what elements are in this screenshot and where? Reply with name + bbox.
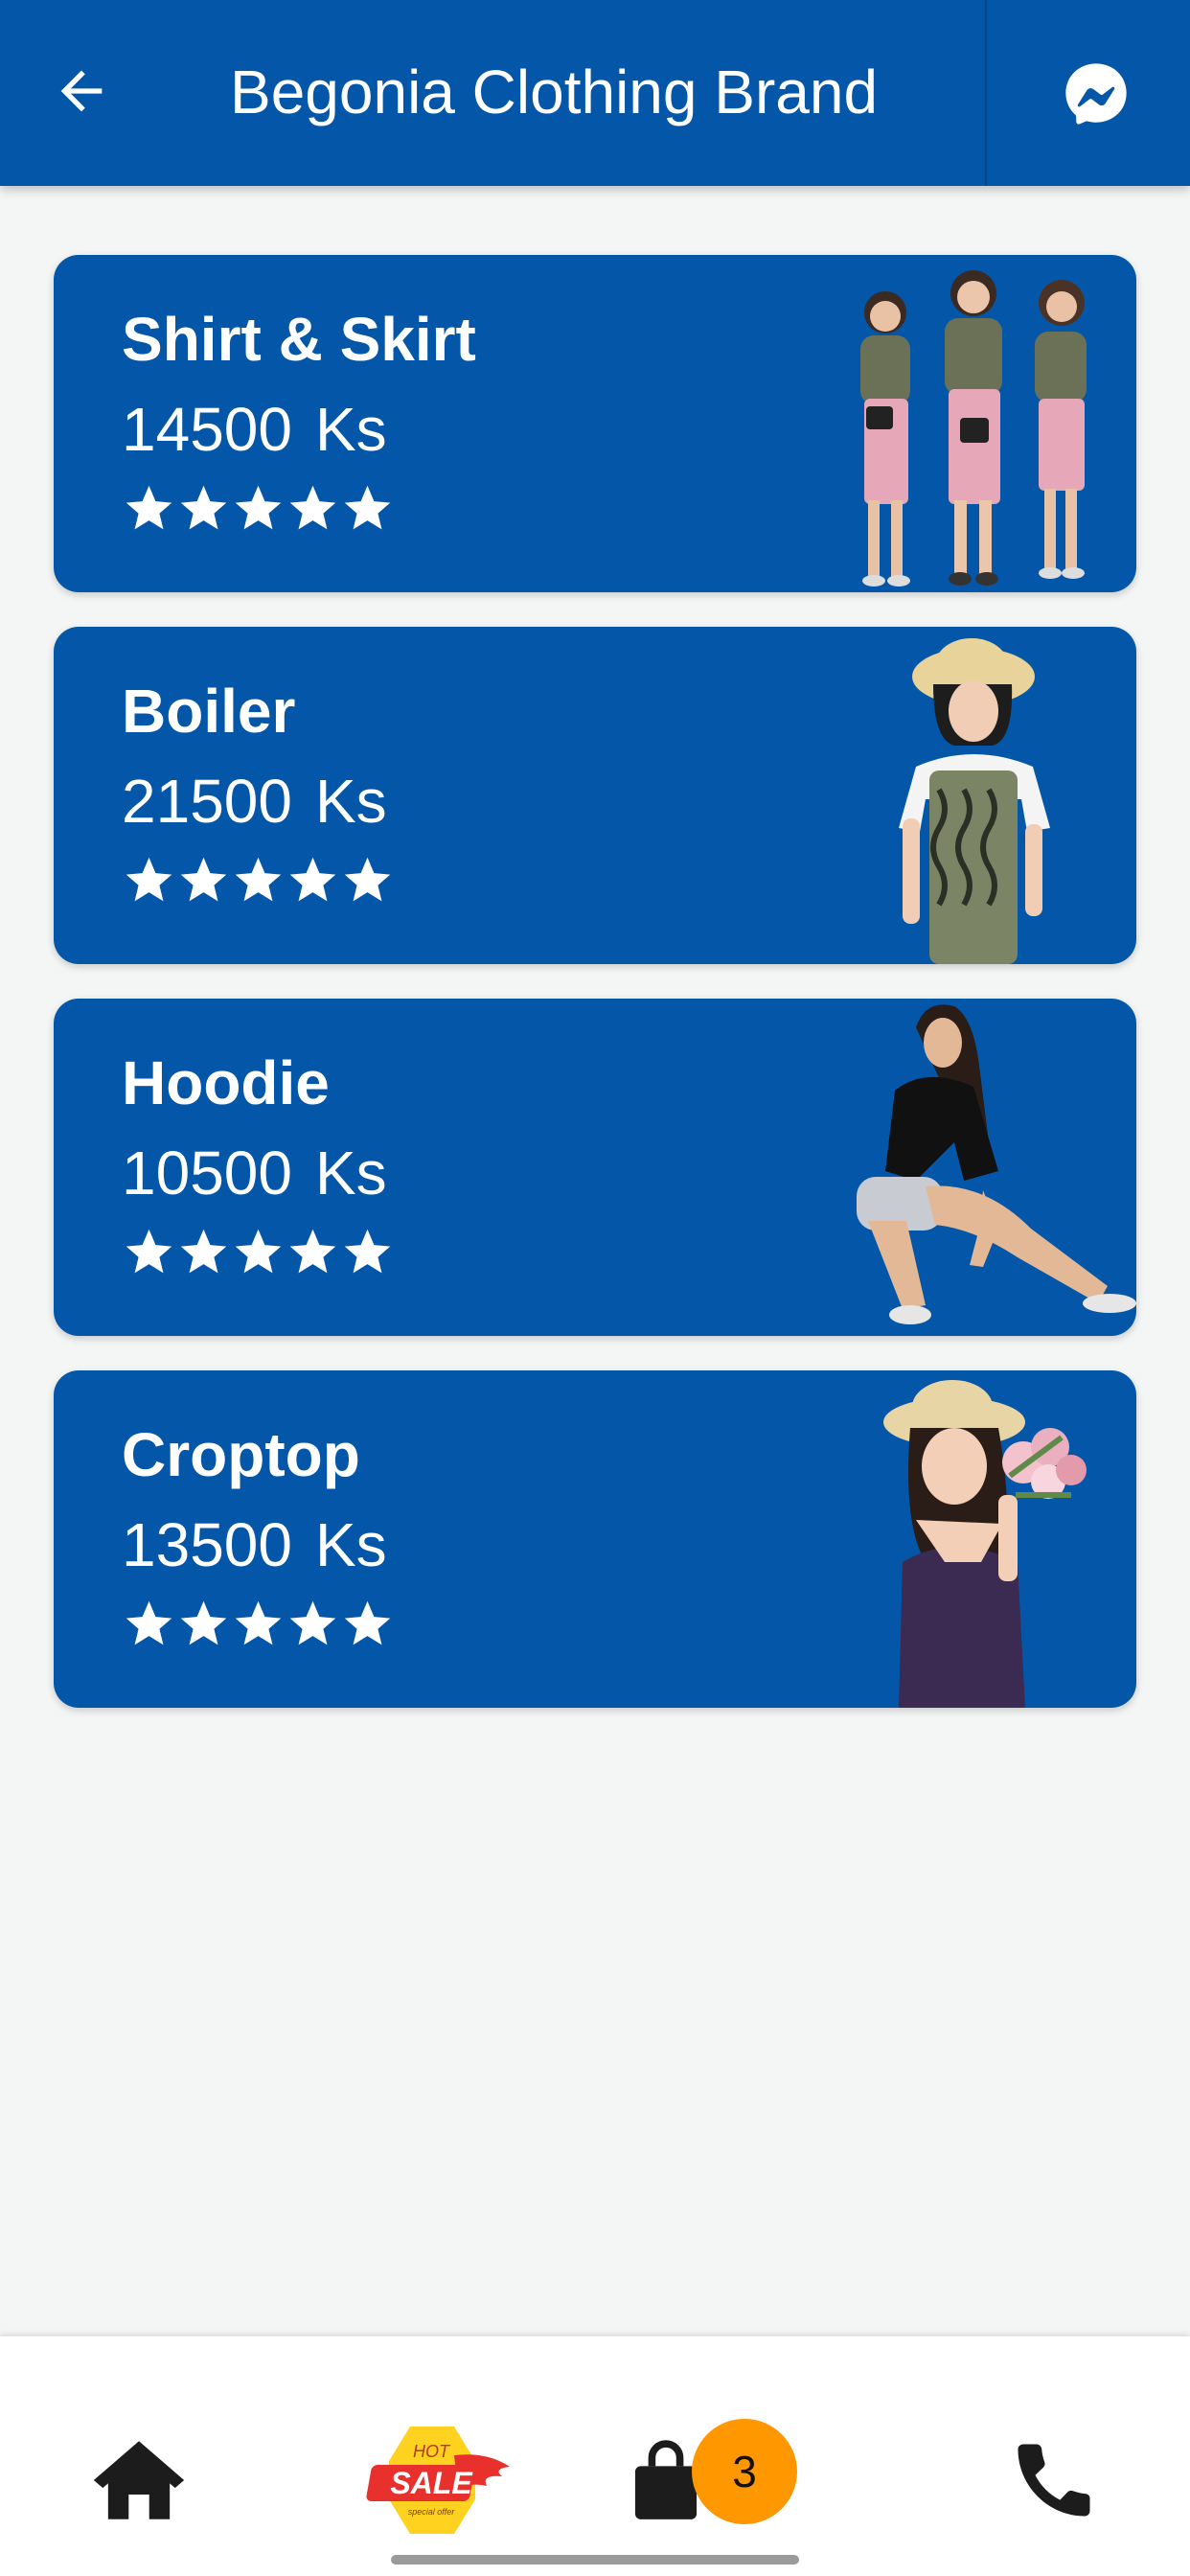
- nav-cart[interactable]: 3: [632, 2404, 824, 2557]
- product-card[interactable]: Shirt & Skirt 14500 Ks: [54, 255, 1136, 592]
- star-icon: [126, 857, 172, 902]
- woman-croptop-flowers-photo: [883, 1380, 1087, 1708]
- product-card[interactable]: Hoodie 10500 Ks: [54, 999, 1136, 1336]
- price-currency: Ks: [314, 1138, 387, 1208]
- star-icon: [180, 857, 227, 902]
- star-icon: [289, 1600, 336, 1645]
- page-title: Begonia Clothing Brand: [230, 58, 879, 126]
- price-amount: 21500: [122, 767, 292, 836]
- arrow-left-icon: [60, 70, 103, 112]
- cart-count-badge: 3: [692, 2419, 797, 2524]
- product-price: 21500 Ks: [122, 765, 387, 838]
- woman-black-hoodie-sitting-photo: [857, 1004, 1136, 1324]
- product-price: 13500 Ks: [122, 1508, 387, 1581]
- home-indicator[interactable]: [391, 2555, 799, 2564]
- star-icon: [126, 1229, 172, 1274]
- product-price: 14500 Ks: [122, 393, 387, 466]
- shopping-bag-icon: [634, 2440, 698, 2519]
- hot-sale-icon: HOT SALE special offer: [366, 2426, 510, 2534]
- price-amount: 13500: [122, 1510, 292, 1579]
- phone-icon: [1018, 2444, 1090, 2517]
- star-icon: [235, 1229, 282, 1274]
- back-button[interactable]: [38, 48, 125, 134]
- messenger-icon: [1065, 63, 1127, 125]
- star-icon: [180, 1229, 227, 1274]
- star-icon: [180, 1600, 227, 1645]
- nav-hot-sale[interactable]: HOT SALE special offer: [362, 2404, 515, 2557]
- star-icon: [180, 485, 227, 530]
- product-card[interactable]: Boiler 21500 Ks: [54, 627, 1136, 964]
- star-icon: [126, 485, 172, 530]
- star-icon: [344, 485, 391, 530]
- star-icon: [289, 1229, 336, 1274]
- star-icon: [344, 857, 391, 902]
- messenger-button[interactable]: [1050, 48, 1142, 140]
- star-icon: [235, 857, 282, 902]
- hot-sale-sub-text: special offer: [408, 2507, 456, 2517]
- product-name: Shirt & Skirt: [122, 305, 476, 374]
- nav-home[interactable]: [77, 2404, 201, 2557]
- price-amount: 10500: [122, 1138, 292, 1208]
- star-rating: [122, 1597, 395, 1654]
- star-icon: [289, 485, 336, 530]
- app-bar: Begonia Clothing Brand: [0, 0, 1190, 186]
- home-icon: [93, 2441, 185, 2519]
- star-icon: [235, 485, 282, 530]
- price-currency: Ks: [314, 1510, 387, 1579]
- price-currency: Ks: [314, 767, 387, 836]
- star-rating: [122, 481, 395, 539]
- price-amount: 14500: [122, 395, 292, 464]
- product-price: 10500 Ks: [122, 1137, 387, 1209]
- bottom-navigation: HOT SALE special offer 3: [0, 2336, 1190, 2576]
- hot-sale-main-text: SALE: [390, 2466, 473, 2500]
- app-bar-divider: [985, 0, 987, 186]
- product-card[interactable]: Croptop 13500 Ks: [54, 1370, 1136, 1708]
- star-icon: [344, 1600, 391, 1645]
- star-rating: [122, 1225, 395, 1282]
- product-name: Boiler: [122, 677, 296, 746]
- star-icon: [126, 1600, 172, 1645]
- star-icon: [235, 1600, 282, 1645]
- nav-call[interactable]: [996, 2404, 1111, 2557]
- star-icon: [344, 1229, 391, 1274]
- star-rating: [122, 853, 395, 910]
- price-currency: Ks: [314, 395, 387, 464]
- product-name: Hoodie: [122, 1048, 330, 1117]
- product-name: Croptop: [122, 1420, 360, 1489]
- three-women-shirt-skirt-photo: [860, 270, 1087, 586]
- product-list: Shirt & Skirt 14500 Ks Boiler 21500 Ks H…: [54, 255, 1136, 1742]
- woman-overalls-hat-photo: [899, 638, 1050, 964]
- hot-sale-top-text: HOT: [413, 2442, 451, 2461]
- star-icon: [289, 857, 336, 902]
